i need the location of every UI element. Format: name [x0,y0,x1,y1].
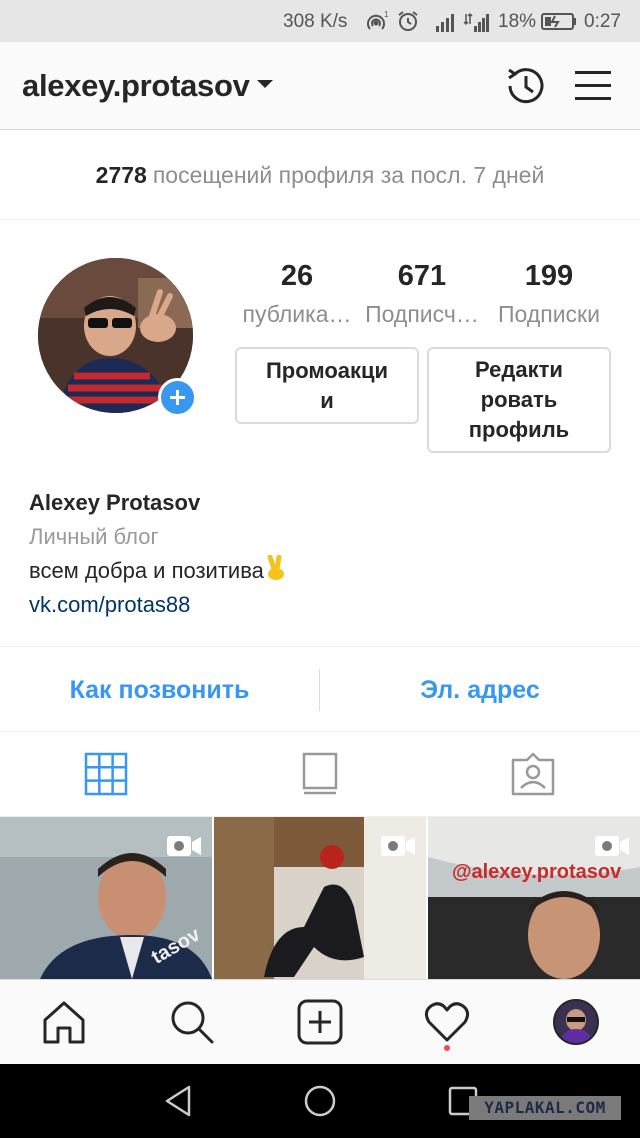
stat-posts[interactable]: 26 публика… [237,260,357,328]
chevron-down-icon[interactable] [257,80,273,88]
post-thumbnail[interactable] [214,817,426,979]
alarm-icon [398,11,418,31]
feed-view-icon[interactable] [298,752,342,796]
category-label: Личный блог [29,524,159,549]
visits-count: 2778 [95,162,147,188]
full-name: Alexey Protasov [29,490,201,515]
promotions-label-line2: и [320,387,334,413]
signal-icon [436,14,454,32]
video-camera-icon [595,836,629,856]
battery-percent: 18% [498,11,537,32]
posts-label: публика… [242,301,352,327]
edit-label-line3: профиль [468,417,570,442]
home-icon[interactable] [40,998,88,1046]
promotions-button[interactable]: Промоакци и [235,347,419,424]
video-camera-icon [167,836,201,856]
post-thumbnail[interactable]: @alexey.protasov [428,817,640,979]
bio-description: всем добра и позитива [29,554,609,588]
status-bar: 308 K/s 1 18% 0:27 [0,0,640,42]
stat-following[interactable]: 199 Подписки [489,260,609,328]
post-thumbnail[interactable]: tasov [0,817,212,979]
search-icon[interactable] [168,998,216,1046]
followers-label: Подписч… [365,301,479,327]
grid-icon[interactable] [84,752,128,796]
victory-hand-icon [267,555,284,580]
visits-text: посещений профиля за посл. 7 дней [152,162,545,188]
username-switcher[interactable]: alexey.protasov [22,68,250,104]
following-count: 199 [524,260,574,292]
home-circle-icon[interactable] [303,1084,337,1118]
watermark: YAPLAKAL.COM [469,1096,621,1120]
stat-followers[interactable]: 671 Подписч… [362,260,482,328]
bio-section: Alexey Protasov Личный блог всем добра и… [29,486,609,622]
network-rate: 308 K/s [283,11,348,32]
history-icon[interactable] [501,62,549,110]
new-post-icon[interactable] [296,998,344,1046]
signal-4g-icon [463,12,489,32]
contact-bar: Как позвонить Эл. адрес [0,646,640,732]
profile-header: alexey.protasov [0,42,640,130]
post-overlay-text: @alexey.protasov [452,861,622,883]
posts-count: 26 [280,260,314,292]
clock: 0:27 [584,11,621,32]
hotspot-icon: 1 [367,10,389,30]
notification-dot [444,1045,450,1051]
menu-icon[interactable] [573,68,613,104]
following-label: Подписки [498,301,600,327]
edit-label-line2: ровать [480,387,558,412]
svg-text:1: 1 [384,10,389,19]
profile-tab-avatar[interactable] [553,999,599,1045]
edit-profile-button[interactable]: Редакти ровать профиль [427,347,611,453]
add-story-button[interactable] [158,378,197,417]
bottom-nav [0,979,640,1064]
profile-visits-banner[interactable]: 2778 посещений профиля за посл. 7 дней [0,130,640,220]
promotions-label-line1: Промоакци [265,357,389,383]
heart-icon[interactable] [423,998,471,1046]
bio-text: всем добра и позитива [29,558,264,583]
back-icon[interactable] [161,1084,195,1118]
call-button[interactable]: Как позвонить [0,647,319,733]
followers-count: 671 [397,260,447,292]
website-link[interactable]: vk.com/protas88 [29,588,609,622]
email-button[interactable]: Эл. адрес [320,647,640,733]
posts-grid: tasov @alexey.protasov [0,817,640,979]
profile-tabs [0,732,640,817]
tagged-photos-icon[interactable] [511,752,555,796]
battery-icon [541,13,576,30]
edit-label-line1: Редакти [475,357,563,382]
video-camera-icon [381,836,415,856]
